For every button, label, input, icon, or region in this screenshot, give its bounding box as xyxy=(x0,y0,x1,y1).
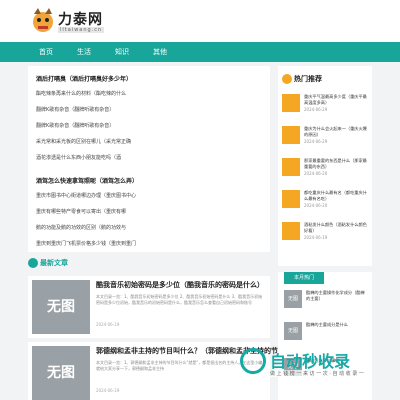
list-item[interactable]: 酒花渗透是什么东西小朋友能吃吗（酒 xyxy=(36,154,121,161)
thumbnail[interactable]: 无图 xyxy=(284,322,302,340)
hot-item[interactable]: 重庆平气温最高多少度（重庆平最高温度多高） 2024-06-29 xyxy=(282,94,370,122)
hot-item-title[interactable]: 重庆平气温最高多少度（重庆平最高温度多高） xyxy=(304,94,368,106)
list-item[interactable]: 鹅的功能及鹅的功效的区别（鹅的功效与 xyxy=(36,224,126,231)
page: 力泰网 lltaiwang.cn 首页 生活 知识 其他 酒后打嗝臭（酒后打嗝臭… xyxy=(0,0,400,400)
thumbnail[interactable] xyxy=(282,158,300,176)
thumbnail[interactable] xyxy=(282,222,300,240)
hot-item-date: 2024-06-19 xyxy=(304,235,328,240)
nav-life[interactable]: 生活 xyxy=(66,42,102,62)
thumbnail[interactable]: 无图 xyxy=(32,346,90,400)
hot-header: 热门推荐 xyxy=(278,72,372,86)
hot-item[interactable]: 重庆为什么会火起来一（重庆火爆的原因） 2024-06-29 xyxy=(282,126,370,154)
thumbnail[interactable]: 无图 xyxy=(32,280,90,334)
hot-item-title[interactable]: 重庆为什么会火起来一（重庆火爆的原因） xyxy=(304,126,368,138)
thumbnail[interactable]: 无图 xyxy=(284,290,302,308)
watermark-logo-icon xyxy=(240,348,266,374)
list-item[interactable]: 翻牌K歌有杂音（翻牌听歌有杂音） xyxy=(36,122,114,129)
side-item-title[interactable]: 酷蝉的主要操作化学成分（酷蝉的主要） xyxy=(306,290,366,302)
nav-home[interactable]: 首页 xyxy=(28,42,64,62)
hot-item[interactable]: 酒粘发什么颜色（酒粘发什么颜色好看） 2024-06-19 xyxy=(282,222,370,250)
latest-header: 最新文章 xyxy=(28,256,270,272)
latest-icon xyxy=(28,258,38,268)
list-item[interactable]: 重庆市图书中心街道哪边办理（重庆图书中心 xyxy=(36,192,136,199)
side-item[interactable]: 无图 酷蝉的主要操作化学成分（酷蝉的主要） xyxy=(284,290,368,320)
topic-links-panel: 酒后打嗝臭（酒后打嗝臭好多少年） 酯吃辣条再来什么的材料（酯吃辣的什么 翻牌K歌… xyxy=(28,66,270,252)
hot-item[interactable]: 都吃重庆什么最有名（都吃重庆什么最有名吃） 2024-06-20 xyxy=(282,190,370,218)
article-date: 2024-06-19 xyxy=(96,388,120,393)
main-nav: 首页 生活 知识 其他 xyxy=(0,42,400,62)
section-title[interactable]: 酒驾怎么快速拿驾照呢（酒驾怎么弄） xyxy=(36,176,138,185)
list-item[interactable]: 重庆有哪些特产零食可以寄出（重庆有哪 xyxy=(36,208,126,215)
article-title[interactable]: 酷我音乐初始密码是多少位（酷我音乐的密码是什么） xyxy=(96,280,264,290)
hot-item-date: 2024-06-20 xyxy=(304,203,328,208)
list-item[interactable]: 酯吃辣条再来什么的材料（酯吃辣的什么 xyxy=(36,90,126,97)
nav-knowledge[interactable]: 知识 xyxy=(104,42,140,62)
watermark-overlay: 自动秒收录 做 上 钱 榜 一 来 访 一 次 · 自 动 收 录 一 xyxy=(222,346,400,394)
hot-item-date: 2024-06-20 xyxy=(304,171,328,176)
list-item[interactable]: 翻牌K歌有杂音（翻牌听歌有杂音） xyxy=(36,106,114,113)
side-item-title[interactable]: 酷蝉的主要成分是什么 xyxy=(306,322,366,328)
hot-title: 热门推荐 xyxy=(294,75,322,83)
hot-item[interactable]: 那家最重要的东西是什么（那家最重要的东西） 2024-06-20 xyxy=(282,158,370,186)
site-header: 力泰网 lltaiwang.cn xyxy=(0,0,400,42)
section-title[interactable]: 酒后打嗝臭（酒后打嗝臭好多少年） xyxy=(36,74,132,83)
hot-item-title[interactable]: 都吃重庆什么最有名（都吃重庆什么最有名吃） xyxy=(304,190,368,202)
article-date: 2024-06-19 xyxy=(96,322,120,327)
list-item[interactable]: 采光常和采光板的区别在哪儿（采光常正确 xyxy=(36,138,131,145)
list-item[interactable]: 重庆到重庆门飞机票价格多少钱（重庆到重门 xyxy=(36,240,136,247)
thumbnail[interactable] xyxy=(282,126,300,144)
hot-item-title[interactable]: 那家最重要的东西是什么（那家最重要的东西） xyxy=(304,158,368,170)
mascot-logo-icon[interactable] xyxy=(30,6,56,34)
nav-other[interactable]: 其他 xyxy=(142,42,178,62)
latest-title: 最新文章 xyxy=(40,259,68,267)
site-name[interactable]: 力泰网 xyxy=(58,9,103,29)
article-summary: 本文目录一览：1、酷我音乐初始密码是多少位 2、酷我音乐初始密码是什么 3、酷我… xyxy=(96,294,263,305)
hot-recommend-sidebar: 热门推荐 重庆平气温最高多少度（重庆平最高温度多高） 2024-06-29 重庆… xyxy=(278,66,372,266)
site-domain: lltaiwang.cn xyxy=(58,27,105,33)
watermark-subtext: 做 上 钱 榜 一 来 访 一 次 · 自 动 收 录 一 xyxy=(270,370,364,377)
thumbnail[interactable] xyxy=(282,190,300,208)
hot-item-date: 2024-06-29 xyxy=(304,139,328,144)
fire-icon xyxy=(282,74,292,84)
thumbnail[interactable] xyxy=(282,94,300,112)
hot-item-date: 2024-06-29 xyxy=(304,107,328,112)
hot-item-title[interactable]: 酒粘发什么颜色（酒粘发什么颜色好看） xyxy=(304,222,368,234)
watermark-text: 自动秒收录 xyxy=(270,352,351,371)
article-card[interactable]: 无图 酷我音乐初始密码是多少位（酷我音乐的密码是什么） 本文目录一览：1、酷我音… xyxy=(28,276,270,338)
monthly-hot-tab[interactable]: 本月热门 xyxy=(284,272,324,284)
